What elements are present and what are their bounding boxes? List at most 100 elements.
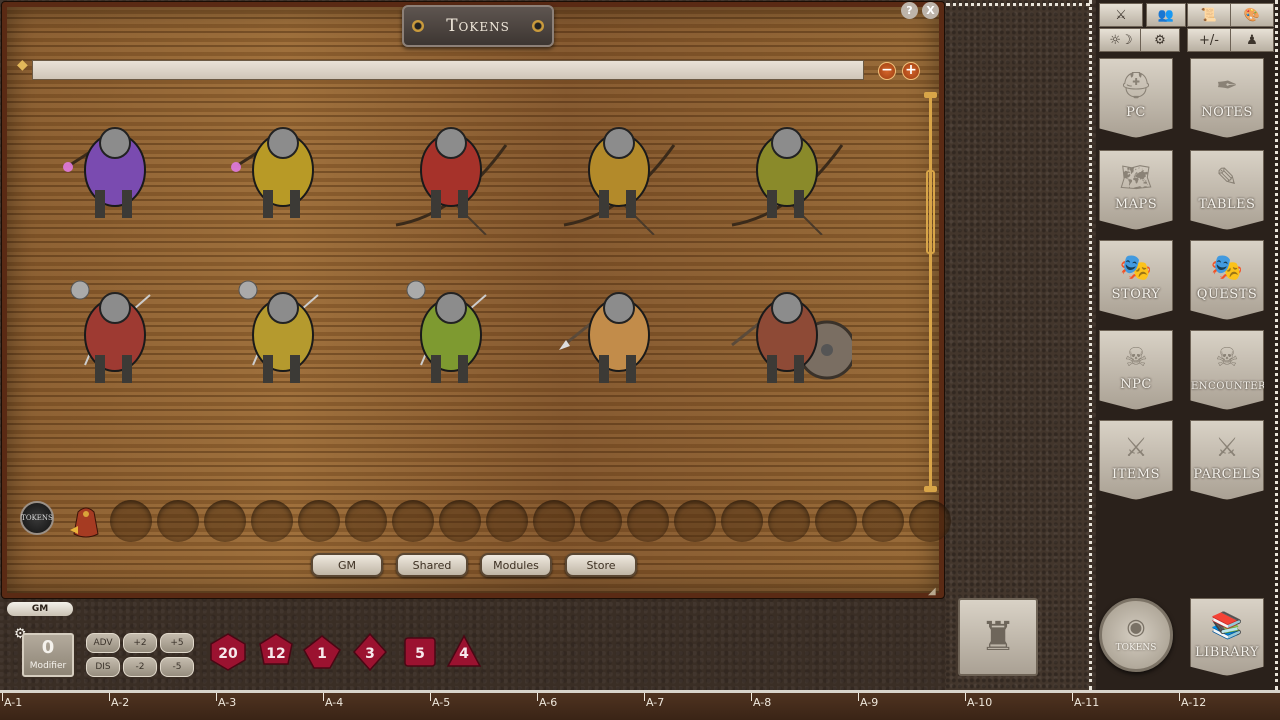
scrollbar[interactable] <box>929 95 932 490</box>
token-head[interactable] <box>50 440 180 495</box>
token-shield[interactable] <box>722 270 857 400</box>
plus2-button[interactable]: +2 <box>123 633 157 653</box>
sidebar-item-quests[interactable]: 🎭 QUESTS <box>1190 240 1264 320</box>
scrollbar-thumb[interactable] <box>926 170 935 254</box>
d12-die[interactable]: 12 <box>256 632 296 672</box>
tray-slot[interactable] <box>580 500 622 542</box>
token-swords[interactable] <box>50 270 180 400</box>
resize-handle-icon[interactable]: ◢ <box>928 586 936 597</box>
tray-slot[interactable] <box>345 500 387 542</box>
ruler-label: A-4 <box>325 696 344 709</box>
ruler-tick <box>858 693 859 701</box>
tray-slot[interactable] <box>909 500 951 542</box>
story-icon: 🎭 <box>1119 253 1153 283</box>
tray-slot[interactable] <box>204 500 246 542</box>
daynight-icon[interactable]: ☼☽ <box>1099 28 1143 52</box>
gm-identity[interactable]: GM <box>7 602 73 616</box>
zoom-out-button[interactable]: − <box>878 62 896 80</box>
tray-slot[interactable] <box>627 500 669 542</box>
tab-shared[interactable]: Shared <box>396 553 468 577</box>
sidebar-item-items[interactable]: ⚔ ITEMS <box>1099 420 1173 500</box>
gear-icon[interactable]: ⚙ <box>1140 28 1180 52</box>
tray-slot[interactable] <box>721 500 763 542</box>
tray-slot[interactable] <box>157 500 199 542</box>
plus5-button[interactable]: +5 <box>160 633 194 653</box>
sidebar-item-notes[interactable]: ✒ NOTES <box>1190 58 1264 138</box>
token-head[interactable] <box>554 440 684 495</box>
token-head[interactable] <box>722 440 852 495</box>
ruler-tick <box>965 693 966 701</box>
ruler-tick <box>109 693 110 701</box>
tab-modules[interactable]: Modules <box>480 553 552 577</box>
tray-slot[interactable] <box>439 500 481 542</box>
token-head[interactable] <box>386 440 516 495</box>
loot-bag-icon[interactable] <box>66 500 106 540</box>
sidebar-item-pc[interactable]: ⛑ PC <box>1099 58 1173 138</box>
d20-die[interactable]: 20 <box>208 632 248 672</box>
help-button[interactable]: ? <box>901 2 918 19</box>
rivet-icon <box>412 20 424 32</box>
ruler-label: A-11 <box>1074 696 1100 709</box>
tray-slot[interactable] <box>768 500 810 542</box>
sidebar-item-maps[interactable]: 🗺 MAPS <box>1099 150 1173 230</box>
d4-die[interactable]: 4 <box>444 632 484 672</box>
tab-store[interactable]: Store <box>565 553 637 577</box>
token-head[interactable] <box>218 440 348 495</box>
token-mage[interactable] <box>218 105 348 235</box>
modifier-box[interactable]: 0 Modifier <box>22 633 74 677</box>
modifier-icon[interactable]: +/- <box>1187 28 1231 52</box>
sidebar-item-tables[interactable]: ✎ TABLES <box>1190 150 1264 230</box>
tokens-button-label: TOKENS <box>1115 643 1157 653</box>
tray-slot[interactable] <box>533 500 575 542</box>
tray-slot[interactable] <box>815 500 857 542</box>
tray-slot[interactable] <box>486 500 528 542</box>
ruler-label: A-3 <box>218 696 237 709</box>
library-button[interactable]: 📚 LIBRARY <box>1190 598 1264 676</box>
tray-slot[interactable] <box>862 500 904 542</box>
figure-icon[interactable]: ♟ <box>1230 28 1274 52</box>
tokens-button[interactable]: ◉ TOKENS <box>1099 598 1173 672</box>
sidebar-item-parcels[interactable]: ⚔ PARCELS <box>1190 420 1264 500</box>
token-spear[interactable] <box>554 270 684 400</box>
combat-icon[interactable]: ⚔ <box>1099 3 1143 27</box>
dis-button[interactable]: DIS <box>86 657 120 677</box>
tab-gm[interactable]: GM <box>311 553 383 577</box>
token-swords[interactable] <box>386 270 516 400</box>
minus2-button[interactable]: -2 <box>123 657 157 677</box>
ruler-label: A-12 <box>1181 696 1207 709</box>
tray-slot[interactable] <box>674 500 716 542</box>
d10-die[interactable]: 1 <box>302 632 342 672</box>
token-archer[interactable] <box>554 105 684 236</box>
lock-icon[interactable]: ◆ <box>17 57 28 73</box>
party-icon[interactable]: 👥 <box>1146 3 1186 27</box>
library-icon: 📚 <box>1210 611 1244 641</box>
sidebar-item-npc[interactable]: ☠ NPC <box>1099 330 1173 410</box>
minus5-button[interactable]: -5 <box>160 657 194 677</box>
token-archer[interactable] <box>722 105 852 236</box>
tray-slot[interactable] <box>110 500 152 542</box>
sidebar-item-encounters[interactable]: ☠ ENCOUNTERS <box>1190 330 1264 410</box>
d6-die[interactable]: 5 <box>400 632 440 672</box>
adv-button[interactable]: ADV <box>86 633 120 653</box>
search-input[interactable] <box>32 60 864 80</box>
window-title[interactable]: Tokens <box>402 5 554 47</box>
palette-icon[interactable]: 🎨 <box>1230 3 1274 27</box>
tray-slot[interactable] <box>392 500 434 542</box>
ruler-tick <box>1179 693 1180 701</box>
token-archer[interactable] <box>386 105 516 236</box>
tower-button[interactable]: ♜ <box>958 598 1038 676</box>
scroll-icon[interactable]: 📜 <box>1187 3 1231 27</box>
stitching <box>1275 0 1279 690</box>
close-button[interactable]: X <box>922 2 939 19</box>
tokens-badge[interactable]: TOKENS <box>20 501 54 535</box>
token-swords[interactable] <box>218 270 348 400</box>
d8-die[interactable]: 3 <box>350 632 390 672</box>
svg-text:5: 5 <box>415 646 425 662</box>
notes-icon: ✒ <box>1216 71 1238 101</box>
sidebar-item-story[interactable]: 🎭 STORY <box>1099 240 1173 320</box>
zoom-in-button[interactable]: + <box>902 62 920 80</box>
token-mage[interactable] <box>50 105 180 235</box>
tray-slot[interactable] <box>251 500 293 542</box>
ruler-label: A-5 <box>432 696 451 709</box>
tray-slot[interactable] <box>298 500 340 542</box>
